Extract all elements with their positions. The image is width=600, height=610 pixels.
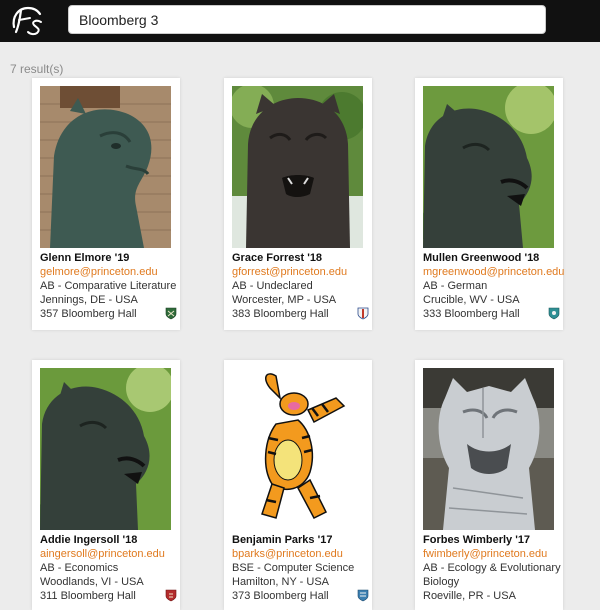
tiger-statue-photo [40,86,171,248]
student-name: Mullen Greenwood '18 [423,252,540,264]
app-logo[interactable] [8,3,46,37]
student-email-link[interactable]: mgreenwood@princeton.edu [423,266,564,278]
student-card[interactable]: Forbes Wimberly '17 fwimberly@princeton.… [415,360,563,610]
student-name: Grace Forrest '18 [232,252,323,264]
top-bar [0,0,600,42]
student-email-link[interactable]: gelmore@princeton.edu [40,266,158,278]
student-card[interactable]: Addie Ingersoll '18 aingersoll@princeton… [32,360,180,610]
student-name: Glenn Elmore '19 [40,252,130,264]
student-name: Forbes Wimberly '17 [423,534,531,546]
tiger-statue-photo [232,86,363,248]
student-card[interactable]: Glenn Elmore '19 gelmore@princeton.edu A… [32,78,180,330]
student-hometown: Worcester, MP - USA [232,294,337,306]
student-major-continued: Biology [423,576,460,588]
student-email-link[interactable]: aingersoll@princeton.edu [40,548,165,560]
student-major: AB - Economics [40,562,119,574]
blue-red-shield-icon [357,307,369,320]
student-hometown: Hamilton, NY - USA [232,576,329,588]
student-major: BSE - Computer Science [232,562,355,574]
student-email-link[interactable]: fwimberly@princeton.edu [423,548,547,560]
student-name: Benjamin Parks '17 [232,534,333,546]
student-room: 357 Bloomberg Hall [40,308,137,320]
student-room: 383 Bloomberg Hall [232,308,329,320]
teal-shield-icon [548,307,560,320]
student-card[interactable]: Grace Forrest '18 gforrest@princeton.edu… [224,78,372,330]
student-hometown: Jennings, DE - USA [40,294,138,306]
student-major: AB - Undeclared [232,280,313,292]
search-input[interactable] [68,5,546,34]
tiger-statue-photo [40,368,171,530]
student-hometown: Woodlands, VI - USA [40,576,144,588]
student-hometown: Roeville, PR - USA [423,590,516,602]
blue-shield-icon [357,589,369,602]
student-room: 373 Bloomberg Hall [232,590,329,602]
metal-tiger-sculpture-photo [423,368,554,530]
student-card[interactable]: Benjamin Parks '17 bparks@princeton.edu … [224,360,372,610]
tiger-statue-photo [423,86,554,248]
student-room: 311 Bloomberg Hall [40,590,136,602]
student-email-link[interactable]: bparks@princeton.edu [232,548,343,560]
student-major: AB - German [423,280,488,292]
student-hometown: Crucible, WV - USA [423,294,520,306]
results-count: 7 result(s) [10,62,64,76]
student-major: AB - Ecology & Evolutionary [423,562,561,574]
student-major: AB - Comparative Literature [40,280,177,292]
red-shield-icon [165,589,177,602]
green-shield-icon [165,307,177,320]
student-email-link[interactable]: gforrest@princeton.edu [232,266,347,278]
student-name: Addie Ingersoll '18 [40,534,138,546]
student-room: 333 Bloomberg Hall [423,308,520,320]
cartoon-tiger-photo [232,368,363,530]
student-card[interactable]: Mullen Greenwood '18 mgreenwood@princeto… [415,78,564,330]
